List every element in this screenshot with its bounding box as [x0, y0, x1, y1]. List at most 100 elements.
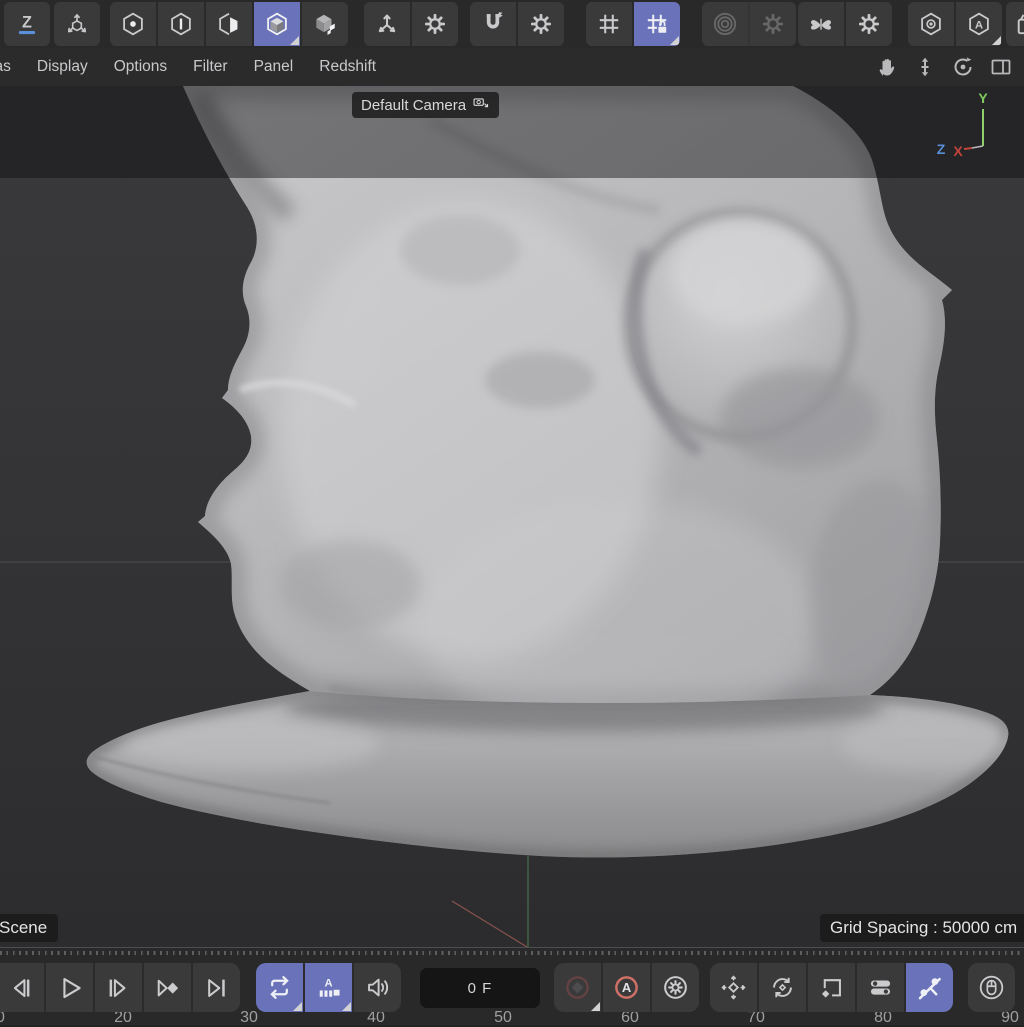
camera-label[interactable]: Default Camera	[352, 92, 499, 118]
key-rot-icon	[769, 974, 796, 1001]
previous-frame-button[interactable]	[0, 963, 44, 1012]
axes-arrows-icon	[374, 11, 400, 37]
timeline-bar[interactable]: 0 F 102030405060708090 AA	[0, 947, 1024, 1025]
gear-ring-icon	[662, 974, 689, 1001]
symmetry-button[interactable]	[798, 2, 844, 46]
svg-text:A: A	[975, 19, 983, 31]
hand-icon	[875, 55, 899, 79]
gear-icon	[528, 11, 554, 37]
next-frame-icon	[105, 974, 132, 1001]
timeline-ruler-ticks[interactable]	[0, 951, 1024, 955]
snap-toggle-button[interactable]	[470, 2, 516, 46]
key-pos-icon	[720, 974, 747, 1001]
axis-gizmo: Y X Z	[928, 88, 1020, 164]
model-mode-button[interactable]	[252, 2, 300, 46]
autokey-range-button[interactable]: A	[303, 963, 352, 1012]
toolbar-group-1	[54, 2, 100, 46]
transport-cluster-4	[968, 963, 1015, 1012]
soft-selection-settings-button[interactable]	[748, 2, 796, 46]
symmetry-settings-button[interactable]	[844, 2, 892, 46]
viewport-solo-button[interactable]	[908, 2, 954, 46]
toolbar-group-5	[586, 2, 680, 46]
key-parameters-button[interactable]	[855, 963, 904, 1012]
key-pla-icon	[916, 974, 943, 1001]
keyframe-settings-button[interactable]	[650, 963, 699, 1012]
autokey-icon: A	[613, 974, 640, 1001]
key-pla-button[interactable]	[904, 963, 953, 1012]
enable-axis-button[interactable]	[54, 2, 100, 46]
auto-mode-button[interactable]: A	[954, 2, 1002, 46]
play-forwards-button[interactable]	[44, 963, 93, 1012]
toolbar-group-6	[702, 2, 796, 46]
toolbar-group-7	[798, 2, 892, 46]
play-mode-loop-button[interactable]	[256, 963, 303, 1012]
toolbar-group-3	[364, 2, 458, 46]
view-navigation-icons	[872, 48, 1016, 86]
menu-item-display[interactable]: Display	[37, 58, 88, 76]
toolbar-group-4	[470, 2, 564, 46]
points-mode-button[interactable]	[110, 2, 156, 46]
svg-text:Z: Z	[22, 13, 32, 31]
next-frame-button[interactable]	[93, 963, 142, 1012]
axis-y-label: Y	[978, 90, 988, 106]
butterfly-icon	[808, 11, 834, 37]
record-icon	[564, 974, 591, 1001]
hex-poly-icon	[216, 11, 242, 37]
goto-end-button[interactable]	[191, 963, 240, 1012]
quantize-lock-button[interactable]	[632, 2, 680, 46]
pan-view-button[interactable]	[872, 52, 902, 82]
menu-item-redshift[interactable]: Redshift	[319, 58, 376, 76]
z-up-axis-button[interactable]: Z	[4, 2, 50, 46]
render-queue-button[interactable]	[1006, 2, 1024, 46]
axis-cube-icon	[64, 11, 90, 37]
soft-selection-button[interactable]	[702, 2, 748, 46]
prev-frame-icon	[7, 974, 34, 1001]
frame-counter[interactable]: 0 F	[420, 968, 540, 1008]
menu-item-panel[interactable]: Panel	[254, 58, 294, 76]
orbit-icon	[951, 55, 975, 79]
a-bars-icon: A	[315, 974, 342, 1001]
camera-link-icon	[473, 95, 490, 116]
goto-end-icon	[203, 974, 230, 1001]
menu-item-filter[interactable]: Filter	[193, 58, 227, 76]
dolly-view-button[interactable]	[910, 52, 940, 82]
magnet-icon	[480, 11, 506, 37]
dropdown-corner-icon	[293, 1002, 302, 1011]
toggle-view-button[interactable]	[986, 52, 1016, 82]
svg-text:A: A	[622, 980, 631, 995]
hex-point-icon	[120, 11, 146, 37]
snap-settings-button[interactable]	[516, 2, 564, 46]
menu-item-cameras[interactable]: Cameras	[0, 58, 11, 76]
key-rotation-button[interactable]	[757, 963, 806, 1012]
viewport-canvas[interactable]	[0, 0, 1024, 1024]
record-keyframe-button[interactable]	[554, 963, 601, 1012]
object-mode-button[interactable]	[300, 2, 348, 46]
speaker-icon	[364, 974, 391, 1001]
play-sound-button[interactable]	[352, 963, 401, 1012]
edges-mode-button[interactable]	[156, 2, 204, 46]
ruler-frame-number: 50	[494, 1009, 512, 1027]
orbit-view-button[interactable]	[948, 52, 978, 82]
polygons-mode-button[interactable]	[204, 2, 252, 46]
menu-item-options[interactable]: Options	[114, 58, 167, 76]
mouse-icon	[978, 974, 1005, 1001]
toolbar-group-9	[1006, 2, 1024, 46]
input-device-button[interactable]	[968, 963, 1015, 1012]
dropdown-corner-icon	[290, 36, 299, 45]
key-params-icon	[867, 974, 894, 1001]
toolbar-group-8: A	[908, 2, 1002, 46]
workplane-button[interactable]	[364, 2, 410, 46]
z-axis-icon: Z	[14, 11, 40, 37]
dolly-icon	[913, 55, 937, 79]
frame-icon	[989, 55, 1013, 79]
autokeying-button[interactable]: A	[601, 963, 650, 1012]
key-position-button[interactable]	[710, 963, 757, 1012]
hex-eye-icon	[918, 11, 944, 37]
grid-snap-button[interactable]	[586, 2, 632, 46]
gear-icon	[422, 11, 448, 37]
play-to-next-key-button[interactable]	[142, 963, 191, 1012]
key-scale-button[interactable]	[806, 963, 855, 1012]
scene-label: Scene	[0, 914, 58, 942]
workplane-settings-button[interactable]	[410, 2, 458, 46]
play-icon	[56, 974, 83, 1001]
